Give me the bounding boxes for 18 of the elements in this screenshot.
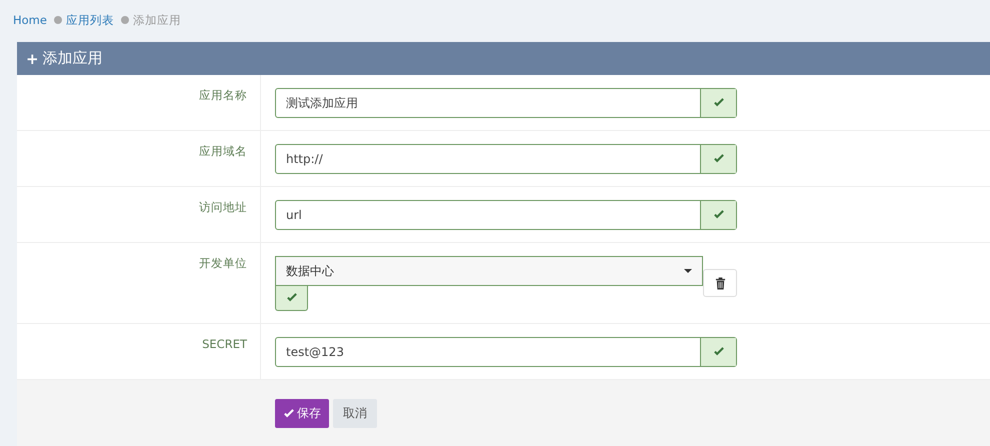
field-label: 应用名称 xyxy=(199,88,247,104)
select-field[interactable]: 数据中心 xyxy=(275,256,703,286)
breadcrumb-link[interactable]: Home xyxy=(13,13,47,27)
cancel-button[interactable]: 取消 xyxy=(333,399,377,428)
panel-title: 添加应用 xyxy=(42,49,103,68)
plus-icon: + xyxy=(26,50,39,68)
field-label: 应用域名 xyxy=(199,144,247,160)
field-label: SECRET xyxy=(202,337,247,353)
delete-button[interactable] xyxy=(703,269,737,297)
breadcrumb-current: 添加应用 xyxy=(132,12,181,28)
field-label: 访问地址 xyxy=(199,200,247,216)
field-label: 开发单位 xyxy=(199,256,247,272)
trash-icon xyxy=(714,276,726,290)
bullet-icon xyxy=(54,16,62,24)
breadcrumb-link[interactable]: 应用列表 xyxy=(66,12,114,28)
check-icon xyxy=(283,408,295,420)
bullet-icon xyxy=(120,16,129,24)
save-button[interactable]: 保存 xyxy=(275,399,329,428)
